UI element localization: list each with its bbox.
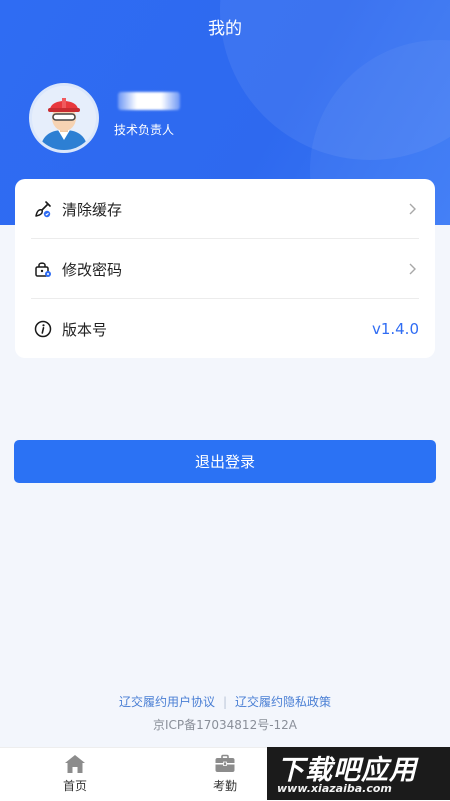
tab-attendance-label: 考勤 — [212, 779, 237, 793]
icp-record: 京ICP备17034812号-12A — [152, 718, 298, 732]
info-icon — [34, 320, 52, 338]
watermark-url: www.xiazaiba.com — [277, 782, 392, 795]
privacy-policy-link[interactable]: 辽交履约隐私政策 — [235, 695, 331, 709]
clear-cache-label: 清除缓存 — [62, 200, 123, 219]
chevron-right-icon — [409, 263, 416, 275]
user-role: 技术负责人 — [114, 123, 175, 137]
change-password-label: 修改密码 — [62, 260, 123, 279]
avatar[interactable] — [32, 86, 96, 150]
tab-home-label: 首页 — [62, 779, 87, 793]
settings-menu: 清除缓存 修改密码 版本号 v1.4.0 — [15, 179, 435, 358]
version-item: 版本号 v1.4.0 — [31, 299, 419, 359]
clear-cache-item[interactable]: 清除缓存 — [31, 179, 419, 239]
broom-icon — [35, 201, 51, 218]
chevron-right-icon — [409, 203, 416, 215]
lock-icon — [35, 262, 51, 277]
home-icon — [65, 755, 85, 773]
logout-button[interactable]: 退出登录 — [14, 440, 436, 483]
version-value: v1.4.0 — [371, 320, 419, 338]
username-redacted — [118, 92, 180, 110]
change-password-item[interactable]: 修改密码 — [31, 239, 419, 299]
user-agreement-link[interactable]: 辽交履约用户协议 — [119, 695, 215, 709]
tab-attendance[interactable]: 考勤 — [185, 754, 265, 794]
tab-home[interactable]: 首页 — [35, 754, 115, 794]
footer-links: 辽交履约用户协议 | 辽交履约隐私政策 — [0, 693, 450, 710]
version-label: 版本号 — [62, 320, 108, 339]
briefcase-icon — [215, 754, 235, 772]
footer-separator: | — [222, 695, 228, 709]
worker-avatar-icon — [32, 86, 96, 150]
site-watermark: 下载吧应用 www.xiazaiba.com — [267, 747, 450, 800]
page-title: 我的 — [208, 19, 242, 39]
